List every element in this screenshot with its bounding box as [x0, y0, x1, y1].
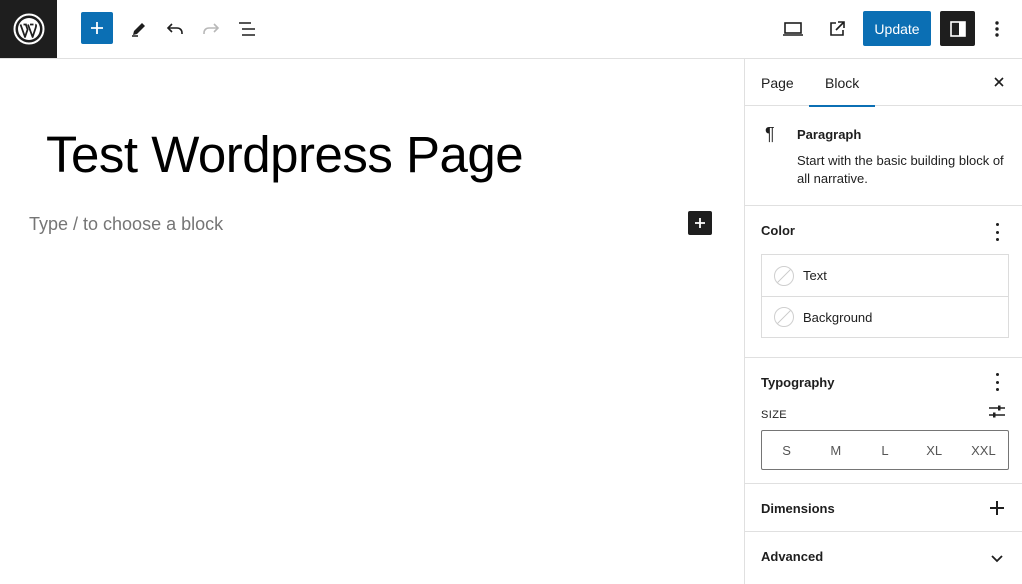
- tab-block[interactable]: Block: [809, 59, 876, 107]
- options-menu-button[interactable]: [980, 12, 1014, 46]
- panel-title: Advanced: [761, 549, 824, 564]
- color-item-label: Background: [803, 309, 873, 325]
- block-placeholder[interactable]: Type / to choose a block: [29, 214, 223, 235]
- more-vertical-icon: [995, 21, 999, 37]
- add-block-button[interactable]: [81, 12, 113, 44]
- tab-page[interactable]: Page: [761, 59, 794, 106]
- plus-icon: [695, 218, 705, 228]
- settings-sliders-icon[interactable]: [988, 403, 1006, 421]
- color-item-background[interactable]: Background: [762, 296, 1008, 337]
- more-vertical-icon[interactable]: [992, 223, 1002, 241]
- list-view-icon: [239, 22, 255, 36]
- font-size-option[interactable]: M: [811, 431, 860, 469]
- sidebar-tabs: Page Block: [745, 59, 1022, 107]
- dimensions-panel[interactable]: Dimensions: [745, 484, 1022, 532]
- pencil-icon: [132, 23, 145, 37]
- block-description: Start with the basic building block of a…: [797, 153, 1004, 186]
- preview-button[interactable]: [776, 12, 810, 46]
- update-button[interactable]: Update: [863, 11, 931, 46]
- desktop-icon: [783, 22, 803, 36]
- page-title[interactable]: Test Wordpress Page: [46, 125, 524, 184]
- size-label: SIZE: [761, 409, 788, 421]
- panel-title: Typography: [761, 375, 835, 390]
- color-item-text[interactable]: Text: [762, 255, 1008, 296]
- color-panel: Color Text Background: [745, 206, 1022, 358]
- paragraph-icon: ¶: [765, 124, 775, 144]
- editor-canvas: Test Wordpress Page Type / to choose a b…: [0, 59, 744, 584]
- undo-button[interactable]: [158, 12, 192, 46]
- sidebar-icon: [949, 20, 966, 37]
- plus-icon: [91, 22, 103, 34]
- tools-button[interactable]: [122, 12, 156, 46]
- close-icon[interactable]: [990, 73, 1008, 91]
- panel-title: Color: [761, 223, 795, 238]
- color-list: Text Background: [761, 254, 1009, 338]
- view-page-button[interactable]: [820, 12, 854, 46]
- redo-icon: [203, 23, 220, 34]
- block-card: ¶ Paragraph Start with the basic buildin…: [745, 106, 1022, 206]
- font-size-option[interactable]: XL: [910, 431, 959, 469]
- color-swatch-icon: [774, 307, 794, 327]
- color-item-label: Text: [803, 268, 827, 283]
- editor-top-bar: Update: [0, 0, 1022, 59]
- settings-sidebar: Page Block ¶ Paragraph Start with the ba…: [744, 59, 1022, 584]
- advanced-panel[interactable]: Advanced: [745, 532, 1022, 580]
- panel-title: Dimensions: [761, 501, 835, 516]
- color-swatch-icon: [774, 265, 794, 286]
- font-size-option[interactable]: XXL: [959, 431, 1008, 469]
- undo-icon: [166, 23, 183, 34]
- settings-toggle-button[interactable]: [940, 11, 975, 46]
- document-overview-button[interactable]: [230, 12, 264, 46]
- font-size-picker: S M L XL XXL: [761, 430, 1009, 470]
- font-size-option[interactable]: S: [762, 431, 811, 469]
- block-name: Paragraph: [797, 127, 862, 142]
- more-vertical-icon[interactable]: [992, 373, 1002, 391]
- external-link-icon: [830, 21, 845, 36]
- inline-add-block-button[interactable]: [688, 211, 712, 235]
- plus-icon[interactable]: [990, 501, 1004, 515]
- wordpress-logo-icon[interactable]: [0, 0, 57, 58]
- font-size-option[interactable]: L: [860, 431, 909, 469]
- chevron-down-icon[interactable]: [990, 550, 1004, 568]
- typography-panel: Typography SIZE S M L XL XXL: [745, 358, 1022, 484]
- redo-button[interactable]: [194, 12, 228, 46]
